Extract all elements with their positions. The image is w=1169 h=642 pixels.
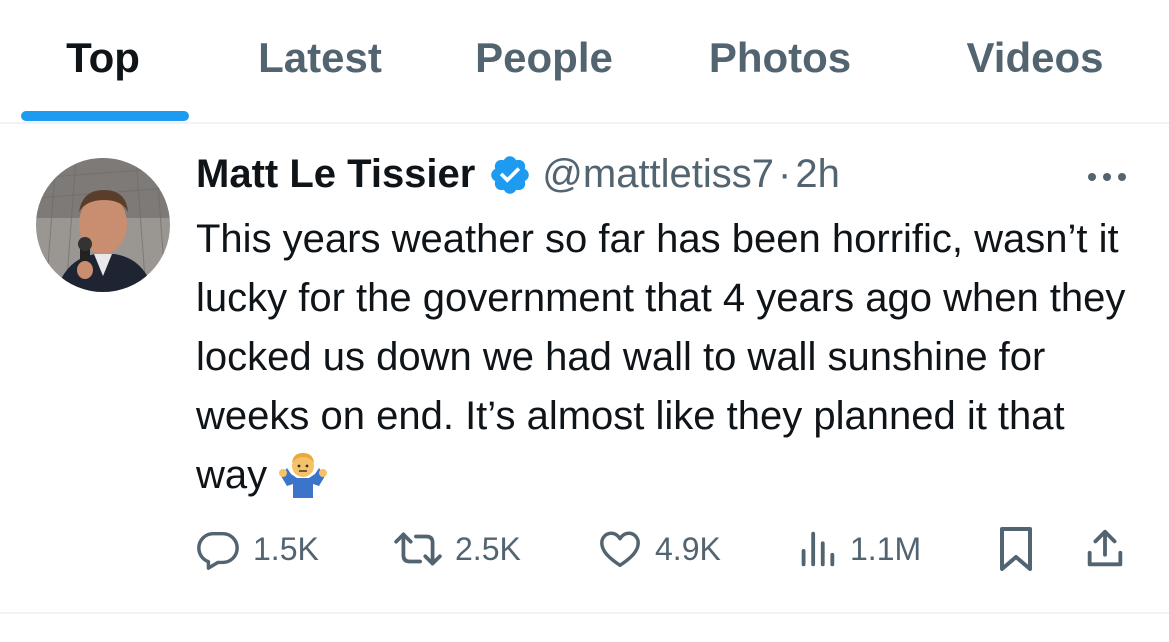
man-shrugging-emoji xyxy=(277,446,329,498)
tweet-text: This years weather so far has been horri… xyxy=(196,210,1146,505)
verified-badge-icon xyxy=(488,153,532,197)
repost-button[interactable]: 2.5K xyxy=(393,519,521,579)
like-icon xyxy=(597,526,643,572)
repost-count: 2.5K xyxy=(455,530,521,567)
search-tabs: Top Latest People Photos Videos xyxy=(0,0,1169,124)
tab-top[interactable]: Top xyxy=(40,28,166,88)
author-name[interactable]: Matt Le Tissier xyxy=(196,152,475,196)
more-icon[interactable] xyxy=(1082,162,1132,192)
repost-icon xyxy=(393,526,443,572)
like-count: 4.9K xyxy=(655,530,721,567)
views-icon xyxy=(796,526,838,572)
tab-latest[interactable]: Latest xyxy=(240,28,400,88)
tweet-divider xyxy=(0,612,1169,614)
tweet-header: Matt Le Tissier @mattletiss7 · 2h xyxy=(196,152,840,208)
active-tab-indicator xyxy=(21,111,189,121)
tweet[interactable]: Matt Le Tissier @mattletiss7 · 2h This yea… xyxy=(0,124,1169,614)
tweet-text-content: This years weather so far has been horri… xyxy=(196,217,1126,497)
reply-icon xyxy=(195,526,241,572)
bookmark-button[interactable] xyxy=(995,519,1037,579)
author-handle[interactable]: @mattletiss7 xyxy=(542,152,774,196)
tab-people[interactable]: People xyxy=(460,28,628,88)
reply-button[interactable]: 1.5K xyxy=(195,519,319,579)
share-button[interactable] xyxy=(1082,519,1128,579)
share-icon xyxy=(1082,525,1128,573)
tab-videos[interactable]: Videos xyxy=(950,28,1120,88)
tweet-actions: 1.5K 2.5K 4.9K 1.1M xyxy=(0,519,1169,579)
reply-count: 1.5K xyxy=(253,530,319,567)
views-button[interactable]: 1.1M xyxy=(796,519,921,579)
avatar[interactable] xyxy=(36,158,170,292)
views-count: 1.1M xyxy=(850,530,922,567)
tab-photos[interactable]: Photos xyxy=(695,28,865,88)
tweet-time[interactable]: 2h xyxy=(795,152,840,196)
bookmark-icon xyxy=(995,525,1037,573)
header-separator: · xyxy=(778,152,792,196)
like-button[interactable]: 4.9K xyxy=(597,519,721,579)
